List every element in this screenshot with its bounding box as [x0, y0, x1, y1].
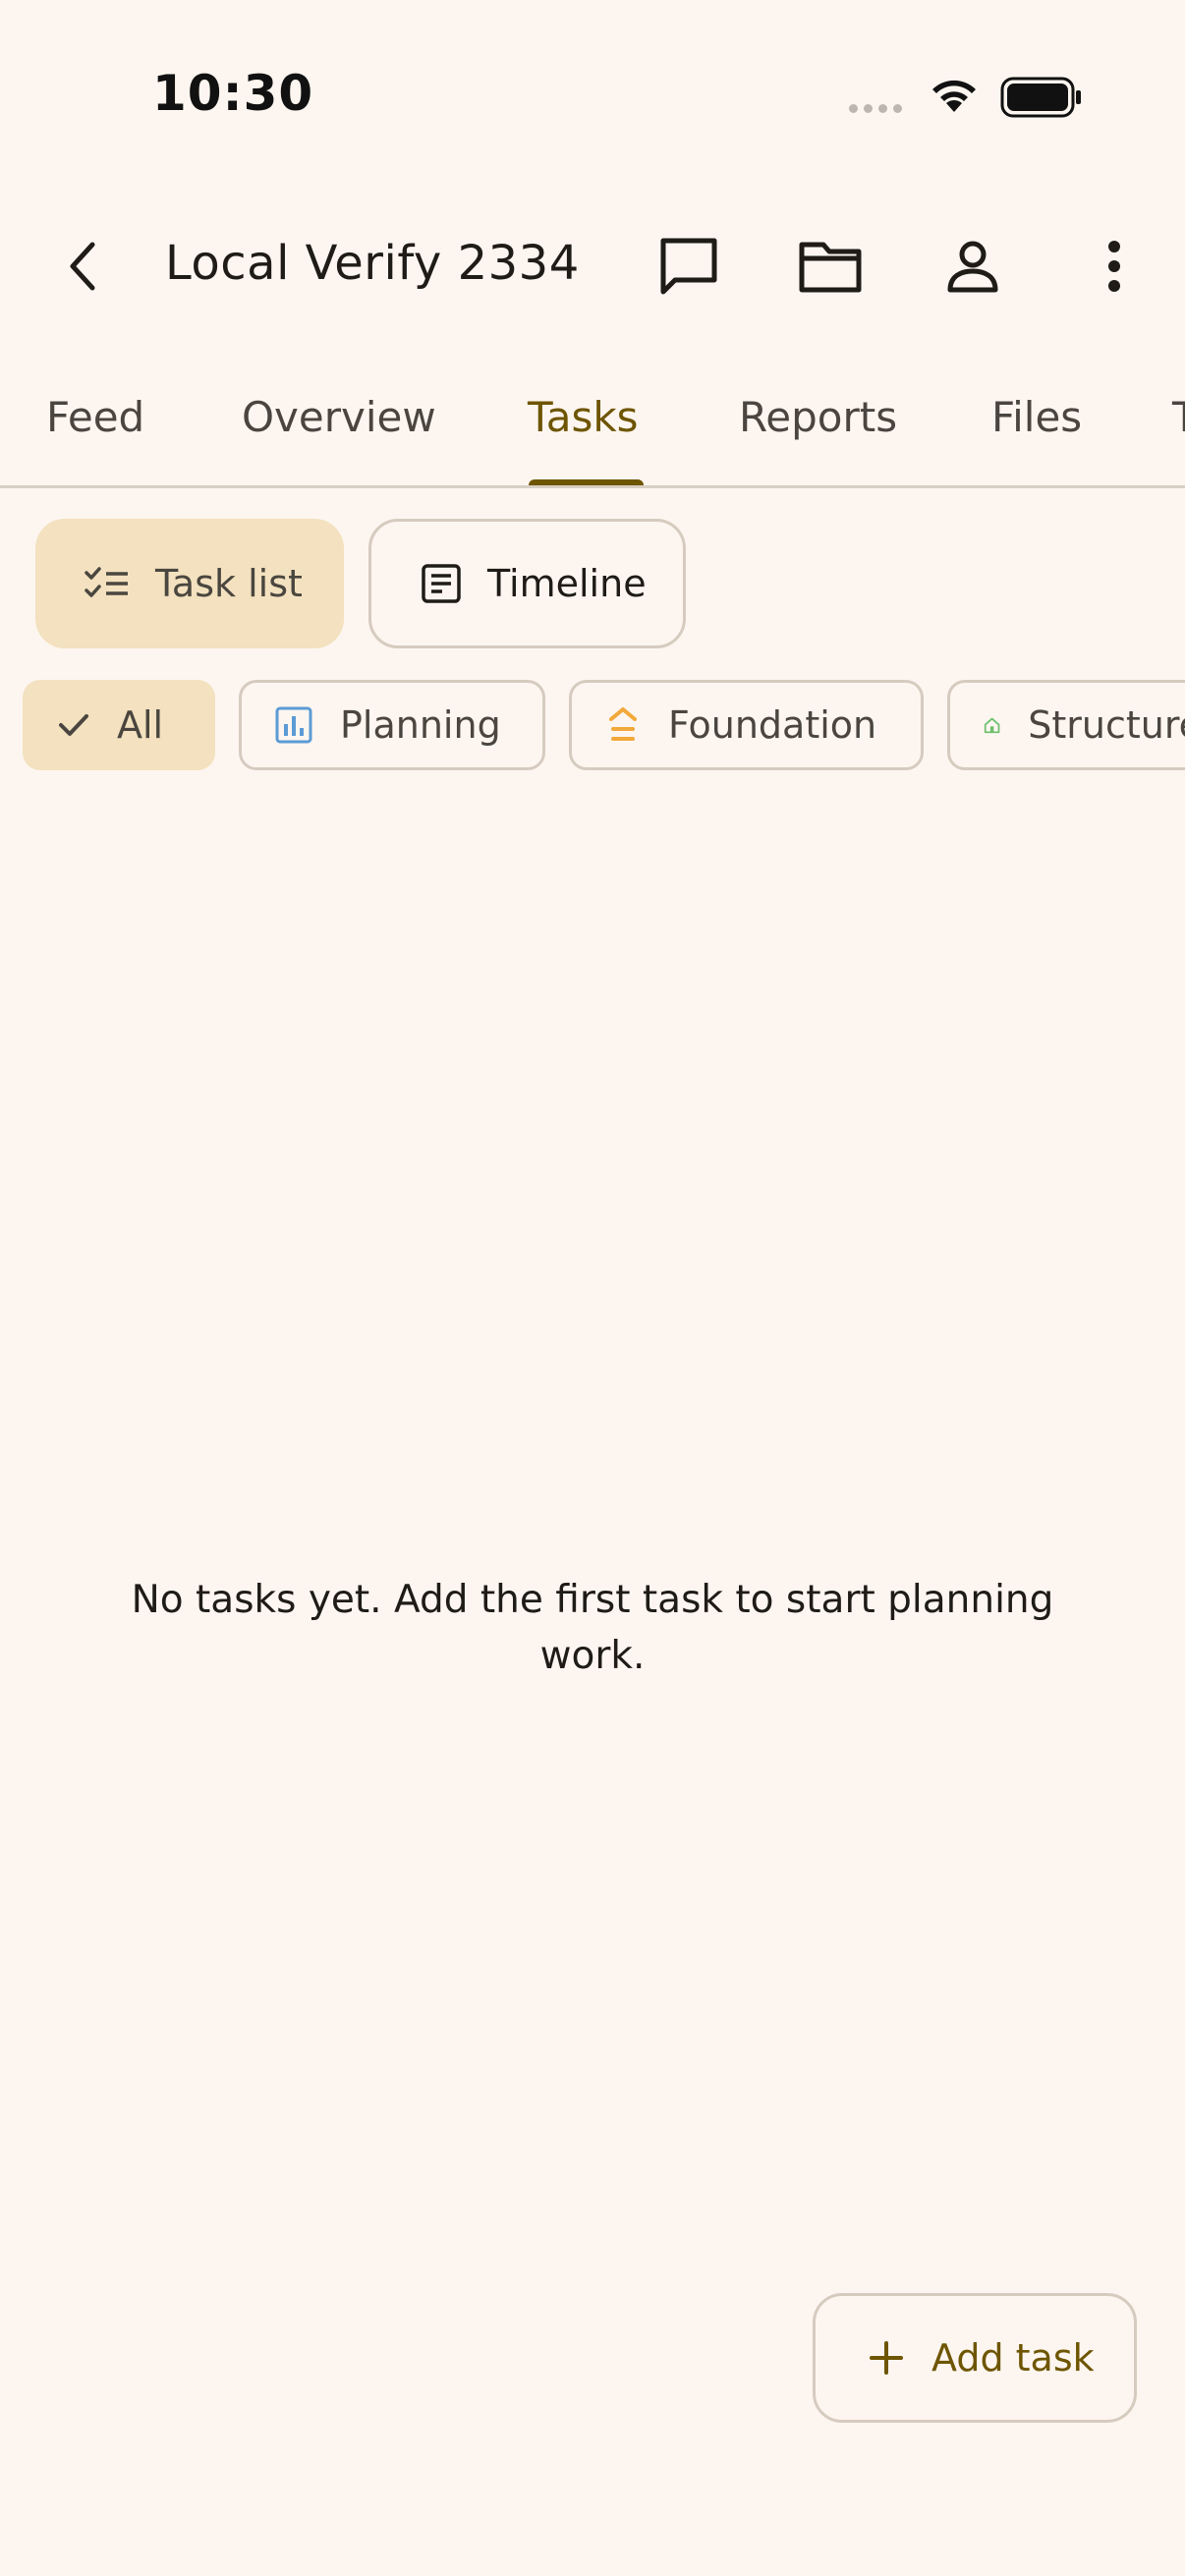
- tab-overview[interactable]: Overview: [242, 393, 436, 441]
- filter-chip-label: All: [117, 703, 164, 747]
- more-vert-icon: [1108, 241, 1120, 292]
- chat-button[interactable]: [645, 222, 733, 310]
- battery-icon: [1000, 77, 1081, 118]
- checklist-icon: [85, 567, 128, 597]
- back-button[interactable]: [55, 232, 110, 301]
- page-title: Local Verify 2334: [165, 236, 580, 291]
- filter-chip-structure[interactable]: Structure: [947, 680, 1185, 770]
- house-icon: [984, 717, 1000, 734]
- status-time: 10:30: [152, 65, 314, 122]
- task-list-toggle[interactable]: Task list: [35, 519, 344, 648]
- task-list-label: Task list: [155, 562, 303, 605]
- chevron-left-icon: [70, 242, 95, 291]
- wifi-icon: [932, 80, 976, 112]
- filter-chip-planning[interactable]: Planning: [239, 680, 545, 770]
- filter-chip-label: Structure: [1028, 703, 1185, 747]
- tabs-divider: [0, 485, 1185, 488]
- timeline-icon: [422, 564, 461, 603]
- timeline-toggle[interactable]: Timeline: [368, 519, 686, 648]
- foundation-icon: [609, 707, 637, 741]
- add-task-button[interactable]: Add task: [813, 2293, 1137, 2423]
- filter-chip-label: Foundation: [668, 703, 877, 747]
- add-task-label: Add task: [931, 2336, 1095, 2380]
- tab-reports[interactable]: Reports: [739, 393, 897, 441]
- filter-chip-all[interactable]: All: [23, 680, 215, 770]
- chat-icon: [660, 238, 717, 295]
- cellular-signal-icon: [849, 104, 902, 113]
- filter-chip-label: Planning: [340, 703, 501, 747]
- folder-icon: [799, 242, 862, 293]
- plus-icon: [870, 2341, 903, 2375]
- tab-feed[interactable]: Feed: [46, 393, 144, 441]
- person-icon: [947, 241, 998, 293]
- task-screen: 10:30 Local Verify 2334 Feed Overview Ta…: [0, 0, 1185, 2576]
- members-button[interactable]: [929, 222, 1017, 310]
- project-tabs: Feed Overview Tasks Reports Files T: [0, 373, 1185, 487]
- empty-state-message: No tasks yet. Add the first task to star…: [131, 1578, 1054, 1678]
- more-button[interactable]: [1070, 222, 1158, 310]
- folder-button[interactable]: [786, 222, 875, 310]
- tab-tasks[interactable]: Tasks: [528, 393, 639, 441]
- tab-files[interactable]: Files: [991, 393, 1082, 441]
- check-icon: [59, 714, 88, 736]
- timeline-label: Timeline: [487, 562, 647, 605]
- tab-overflow[interactable]: T: [1172, 393, 1185, 441]
- filter-chip-foundation[interactable]: Foundation: [569, 680, 924, 770]
- chart-icon: [275, 706, 312, 744]
